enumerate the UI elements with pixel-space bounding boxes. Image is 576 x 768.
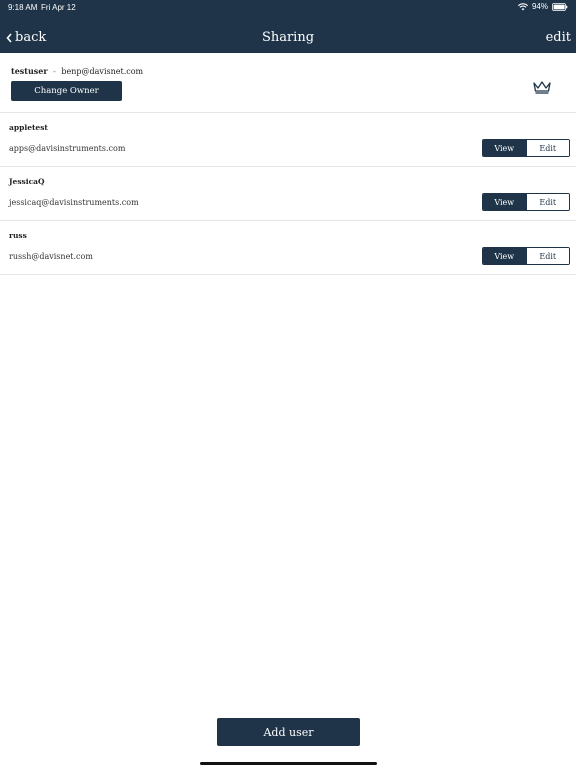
view-permission-button[interactable]: View bbox=[483, 140, 526, 156]
battery-icon bbox=[552, 2, 568, 11]
user-email: russh@davisnet.com bbox=[9, 252, 93, 261]
user-row: russ russh@davisnet.com View Edit bbox=[0, 221, 576, 275]
home-indicator bbox=[200, 762, 377, 765]
status-bar: 9:18 AM Fri Apr 12 94% bbox=[0, 0, 576, 14]
user-email: apps@davisinstruments.com bbox=[9, 144, 126, 153]
battery-percent: 94% bbox=[531, 2, 548, 11]
owner-row: testuser - benp@davisnet.com Change Owne… bbox=[0, 53, 576, 113]
status-date: Fri Apr 12 bbox=[41, 3, 76, 12]
owner-line: testuser - benp@davisnet.com bbox=[11, 66, 143, 76]
user-row: appletest apps@davisinstruments.com View… bbox=[0, 113, 576, 167]
view-permission-button[interactable]: View bbox=[483, 194, 526, 210]
owner-separator: - bbox=[53, 67, 56, 76]
top-bar: 9:18 AM Fri Apr 12 94% back Sharing edit bbox=[0, 0, 576, 53]
permission-toggle: View Edit bbox=[482, 139, 570, 157]
crown-icon bbox=[533, 81, 551, 94]
edit-permission-button[interactable]: Edit bbox=[525, 194, 569, 210]
page-title: Sharing bbox=[261, 30, 315, 45]
edit-button[interactable]: edit bbox=[546, 30, 571, 45]
edit-permission-button[interactable]: Edit bbox=[525, 248, 569, 264]
status-time: 9:18 AM bbox=[8, 3, 38, 12]
user-row: JessicaQ jessicaq@davisinstruments.com V… bbox=[0, 167, 576, 221]
permission-toggle: View Edit bbox=[482, 247, 570, 265]
user-name: russ bbox=[9, 231, 27, 240]
owner-email: benp@davisnet.com bbox=[61, 67, 144, 76]
status-right: 94% bbox=[518, 2, 568, 11]
edit-permission-button[interactable]: Edit bbox=[525, 140, 569, 156]
user-email: jessicaq@davisinstruments.com bbox=[9, 198, 139, 207]
nav-bar: back Sharing edit bbox=[0, 24, 576, 52]
owner-username: testuser bbox=[11, 66, 48, 76]
permission-toggle: View Edit bbox=[482, 193, 570, 211]
user-name: appletest bbox=[9, 123, 48, 132]
user-name: JessicaQ bbox=[9, 177, 45, 186]
wifi-icon bbox=[518, 2, 528, 10]
view-permission-button[interactable]: View bbox=[483, 248, 526, 264]
add-user-button[interactable]: Add user bbox=[217, 718, 360, 746]
change-owner-button[interactable]: Change Owner bbox=[11, 81, 122, 101]
